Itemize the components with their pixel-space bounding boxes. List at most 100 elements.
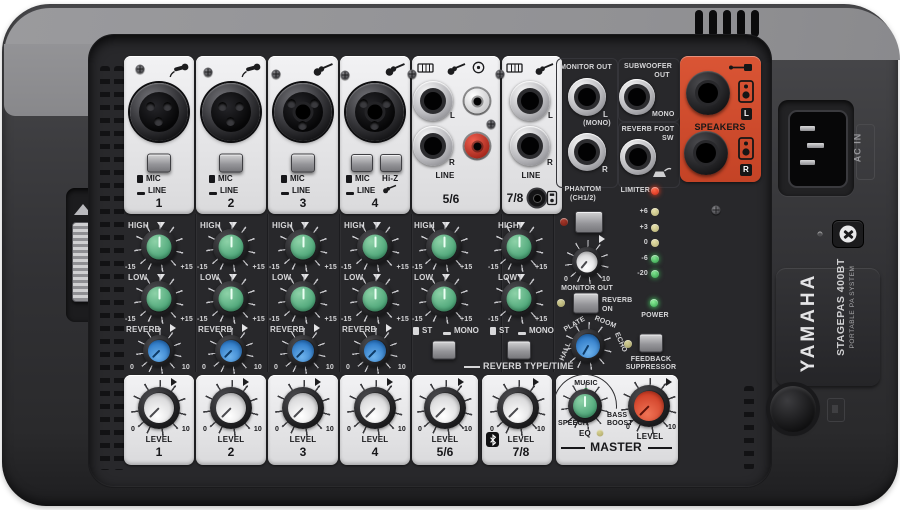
ac-pin bbox=[800, 160, 815, 165]
channel-strip-4: MIC Hi-Z LINE 4 HIGH -15 +15 LOW -15 +15… bbox=[340, 56, 410, 465]
l-label: L bbox=[603, 111, 608, 119]
reverb-on-led bbox=[557, 299, 565, 307]
level-knob[interactable] bbox=[131, 380, 187, 436]
speaker-cabinet-icon bbox=[738, 137, 754, 160]
mic-label: MIC bbox=[218, 175, 233, 183]
subwoofer-title: SUBWOOFER bbox=[624, 63, 672, 70]
screw bbox=[487, 120, 496, 129]
disc-icon bbox=[472, 61, 485, 74]
eq-min: -15 bbox=[197, 264, 208, 271]
low-eq-knob[interactable] bbox=[350, 274, 400, 324]
high-eq-knob[interactable] bbox=[278, 222, 328, 272]
channel-number: 5/6 bbox=[443, 193, 460, 205]
phantom-ch-label: (CH1/2) bbox=[570, 195, 596, 202]
reverb-foot-title: REVERB FOOT bbox=[622, 126, 675, 133]
phantom-label: PHANTOM bbox=[565, 186, 602, 193]
keyboard-icon bbox=[417, 62, 434, 74]
speaker-l-badge: L bbox=[741, 108, 752, 120]
xlr-input-jack bbox=[130, 83, 188, 141]
high-eq-knob[interactable] bbox=[206, 222, 256, 272]
mic-line-switch[interactable] bbox=[291, 154, 315, 173]
min-label: 0 bbox=[130, 364, 134, 371]
switch-down-icon bbox=[209, 192, 217, 195]
combo-input-jack bbox=[274, 83, 332, 141]
line-input-jack-l bbox=[413, 81, 453, 121]
screw bbox=[136, 65, 145, 74]
monitor-out-knob-label: MONITOR OUT bbox=[561, 285, 613, 292]
side-vent-column bbox=[114, 66, 124, 470]
screw bbox=[204, 68, 213, 77]
high-eq-knob[interactable] bbox=[134, 222, 184, 272]
reverb-on-label2: ON bbox=[602, 306, 613, 313]
sub-mono-label: MONO bbox=[652, 111, 675, 118]
speaker-output-jack-l bbox=[686, 71, 730, 115]
screw bbox=[408, 70, 417, 79]
r-label: R bbox=[602, 166, 608, 174]
feedback-suppressor-switch[interactable] bbox=[639, 334, 663, 353]
eq-max: +15 bbox=[535, 316, 547, 323]
max-label: 10 bbox=[254, 364, 262, 371]
mono-label: (MONO) bbox=[583, 120, 611, 127]
max-label: 10 bbox=[254, 426, 262, 433]
max-label: 10 bbox=[398, 364, 406, 371]
switch-down-icon bbox=[137, 192, 145, 195]
reverb-send-knob[interactable] bbox=[280, 328, 326, 374]
phantom-switch[interactable] bbox=[575, 211, 603, 233]
ac-pin bbox=[800, 126, 815, 131]
channel-strip-3: MIC LINE 3 HIGH -15 +15 LOW -15 +15 REVE… bbox=[268, 56, 338, 465]
st-label: ST bbox=[499, 327, 509, 335]
level-knob[interactable] bbox=[347, 380, 403, 436]
speaker-r-badge: R bbox=[740, 164, 752, 176]
min-label: 0 bbox=[131, 426, 135, 433]
mic-line-switch[interactable] bbox=[351, 154, 373, 172]
footswitch-icon bbox=[650, 164, 672, 180]
microphone-icon bbox=[239, 62, 262, 79]
channel-number: 1 bbox=[156, 197, 163, 209]
hi-z-switch[interactable] bbox=[380, 154, 402, 172]
master-line bbox=[561, 447, 585, 449]
vent-slot bbox=[751, 10, 759, 37]
channel-number: 4 bbox=[372, 446, 379, 458]
reverb-send-knob[interactable] bbox=[208, 328, 254, 374]
corner-round-button[interactable] bbox=[770, 386, 816, 432]
meter-led-plus3 bbox=[651, 224, 659, 232]
r-label: R bbox=[547, 159, 553, 167]
master-line bbox=[648, 447, 672, 449]
max-label: 10 bbox=[464, 426, 472, 433]
eq-min: -15 bbox=[269, 316, 280, 323]
low-eq-knob[interactable] bbox=[206, 274, 256, 324]
mic-label: MIC bbox=[146, 175, 161, 183]
eq-max: +15 bbox=[181, 264, 193, 271]
low-eq-knob[interactable] bbox=[134, 274, 184, 324]
mic-line-switch[interactable] bbox=[147, 154, 171, 173]
mic-line-switch[interactable] bbox=[219, 154, 243, 173]
line-input-jack-l bbox=[510, 81, 550, 121]
low-eq-knob[interactable] bbox=[278, 274, 328, 324]
l-label: L bbox=[450, 112, 455, 120]
feedback-led bbox=[624, 340, 632, 348]
ac-in-label: AC IN bbox=[852, 133, 862, 163]
meter-plus6: +6 bbox=[640, 208, 648, 215]
reverb-send-knob[interactable] bbox=[136, 328, 182, 374]
min-label: 0 bbox=[275, 426, 279, 433]
guitar-icon bbox=[382, 184, 397, 194]
st-mono-switch[interactable] bbox=[432, 341, 456, 360]
max-label: 10 bbox=[182, 426, 190, 433]
mic-label: MIC bbox=[290, 175, 305, 183]
line-label: LINE bbox=[220, 187, 238, 195]
level-knob[interactable] bbox=[203, 380, 259, 436]
eq-min: -15 bbox=[412, 316, 423, 323]
meter-plus3: +3 bbox=[640, 224, 648, 231]
level-knob[interactable] bbox=[275, 380, 331, 436]
line-label: LINE bbox=[357, 187, 375, 195]
reverb-on-switch[interactable] bbox=[573, 293, 599, 314]
reverb-send-knob[interactable] bbox=[352, 328, 398, 374]
hiz-label: Hi-Z bbox=[382, 175, 398, 183]
high-eq-knob[interactable] bbox=[350, 222, 400, 272]
st-mono-switch[interactable] bbox=[507, 341, 531, 360]
meter-minus6: -6 bbox=[641, 255, 648, 262]
screw bbox=[341, 71, 350, 80]
side-panel-button[interactable] bbox=[832, 220, 864, 248]
level-label: LEVEL bbox=[432, 436, 459, 444]
eq-max: +15 bbox=[460, 316, 472, 323]
